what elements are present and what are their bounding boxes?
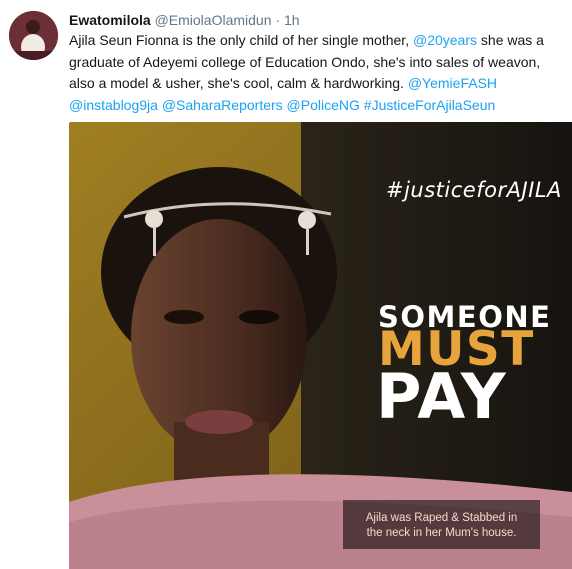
mention-link[interactable]: @YemieFASH: [408, 75, 497, 91]
separator-dot: ·: [275, 12, 281, 28]
tweet-header: Ewatomilola @EmiolaOlamidun · 1h: [69, 11, 300, 29]
mention-link[interactable]: @PoliceNG: [287, 97, 360, 113]
caption-line: the neck in her Mum's house.: [366, 527, 517, 539]
timestamp[interactable]: 1h: [284, 12, 300, 28]
tweet-text: Ajila Seun Fionna is the only child of h…: [69, 30, 569, 116]
mention-link[interactable]: @SaharaReporters: [162, 97, 283, 113]
text-segment: Ajila Seun Fionna is the only child of h…: [69, 32, 413, 48]
hashtag-link[interactable]: #JusticeForAjilaSeun: [364, 97, 496, 113]
image-hashtag: #justiceforAJILA: [386, 178, 562, 202]
user-handle[interactable]: @EmiolaOlamidun: [155, 12, 272, 28]
caption-line: Ajila was Raped & Stabbed in: [365, 512, 518, 524]
avatar[interactable]: [9, 11, 58, 60]
headline-pay: PAY: [376, 360, 508, 433]
image-caption: Ajila was Raped & Stabbed in the neck in…: [343, 511, 540, 541]
mention-link[interactable]: @20years: [413, 32, 477, 48]
mention-link[interactable]: @instablog9ja: [69, 97, 158, 113]
display-name[interactable]: Ewatomilola: [69, 12, 151, 28]
tweet[interactable]: Ewatomilola @EmiolaOlamidun · 1h Ajila S…: [0, 0, 572, 569]
